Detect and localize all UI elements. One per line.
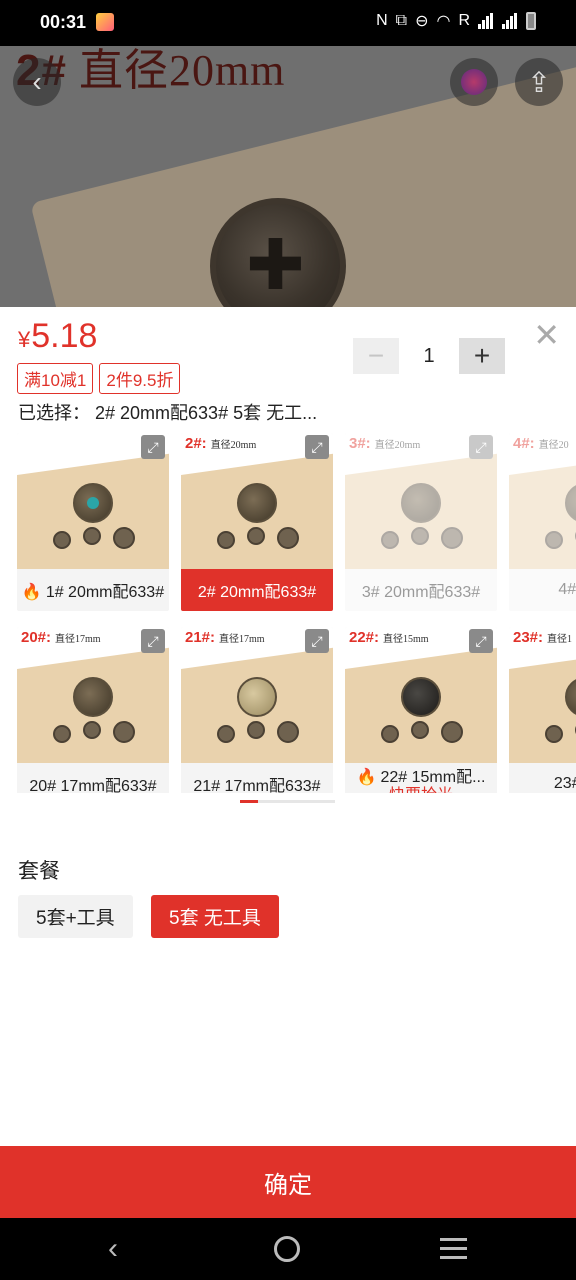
clock: 00:31 [40,12,87,32]
promo-tag: 满10减1 [17,363,94,394]
variant-label: 4#: 直径20 [513,435,569,452]
variant-caption: 3# 20mm配633# [361,584,481,601]
variant-card[interactable]: 20#: 直径17mm ⤢ 20# 17mm配633# [17,627,169,793]
decrease-button[interactable]: − [353,338,399,374]
stock-warning: 快要抢光 [389,787,453,793]
variant-card[interactable]: ⤢ 🔥 1# 20mm配633# [17,433,169,611]
back-button[interactable]: ‹ [13,58,61,106]
variant-label: 23#: 直径1 [513,629,573,646]
fire-icon: 🔥 [356,769,377,786]
variant-card[interactable]: 2#: 直径20mm ⤢ 2# 20mm配633# [181,433,333,611]
expand-icon[interactable]: ⤢ [141,435,165,459]
variant-label [21,435,25,452]
variant-label: 22#: 直径15mm [349,629,429,646]
expand-icon[interactable]: ⤢ [141,629,165,653]
wifi-icon: ◠ [436,13,451,30]
quantity-stepper: − 1 + [353,338,505,374]
variant-label: 21#: 直径17mm [185,629,265,646]
variant-grid: ⤢ 🔥 1# 20mm配633# 2#: 直径20mm ⤢ 2# 20mm配633# 3#: 直… [17,433,576,793]
carousel-indicator-thumb [240,800,258,803]
nav-home-icon[interactable] [274,1236,300,1262]
system-nav-bar: ‹ [0,1218,576,1280]
variant-label: 2#: 直径20mm [185,435,257,452]
variant-label: 3#: 直径20mm [349,435,421,452]
variant-card[interactable]: 3#: 直径20mm ⤢ 3# 20mm配633# [345,433,497,611]
signal-icon [478,13,494,29]
package-option-selected[interactable]: 5套 无工具 [151,895,279,938]
variant-caption: 20# 17mm配633# [29,778,157,793]
variant-label: 20#: 直径17mm [21,629,101,646]
nfc-icon: N [376,12,388,29]
variant-card[interactable]: 22#:直径15mm ⤢ 🔥22# 15mm配...快要抢光 [345,627,497,793]
store-avatar-icon [461,69,487,95]
hero-title-text: 直径20mm [78,46,286,95]
variant-caption: 🔥22# 15mm配...快要抢光 [345,763,497,793]
carousel-indicator [240,800,335,803]
product-image-backdrop[interactable]: 2# 直径20mm ‹ ⇪ [0,46,576,308]
package-title: 套餐 [18,860,60,883]
price-value: 5.18 [31,317,98,355]
variant-image [509,433,576,569]
sku-selector-sheet: ¥5.18 满10减1 2件9.5折 ✕ − 1 + 已选择： 2# 20mm配… [0,307,576,1147]
promo-tags: 满10减1 2件9.5折 [17,363,181,394]
share-button[interactable]: ⇪ [515,58,563,106]
variant-caption: 2# 20mm配633# [181,569,333,611]
variant-caption: 🔥 1# 20mm配633# [21,584,165,601]
status-icons: N ⧉ ⊖ ◠ R [376,11,536,31]
expand-icon[interactable]: ⤢ [469,629,493,653]
fire-icon: 🔥 [21,584,42,601]
variant-card[interactable]: 4#:直径20⤢4# 20m [509,433,576,611]
currency-symbol: ¥ [18,327,31,352]
quantity-value[interactable]: 1 [399,345,459,368]
close-icon[interactable]: ✕ [533,319,560,351]
variant-card[interactable]: 23#:直径1⤢23# 17m [509,627,576,793]
share-icon: ⇪ [527,66,551,98]
status-bar: 00:31 N ⧉ ⊖ ◠ R [0,0,576,46]
expand-icon[interactable]: ⤢ [305,435,329,459]
expand-icon[interactable]: ⤢ [305,629,329,653]
dnd-icon: ⊖ [415,13,429,30]
app-notification-icon [96,13,114,31]
roaming-label: R [458,12,470,29]
confirm-button[interactable]: 确定 [0,1146,576,1218]
variant-caption: 4# 20m [558,581,576,598]
variant-card[interactable]: 21#: 直径17mm ⤢ 21# 17mm配633# [181,627,333,793]
cast-icon: ⧉ [395,12,408,29]
increase-button[interactable]: + [459,338,505,374]
signal-icon-2 [502,13,518,29]
selected-summary: 已选择： 2# 20mm配633# 5套 无工... [18,403,318,423]
store-button[interactable] [450,58,498,106]
package-option[interactable]: 5套+工具 [18,895,133,938]
variant-caption: 21# 17mm配633# [193,778,321,793]
nav-menu-icon[interactable] [440,1238,467,1265]
price: ¥5.18 [18,317,97,356]
promo-tag: 2件9.5折 [99,363,181,394]
chevron-left-icon: ‹ [32,66,42,97]
variant-image [509,627,576,763]
battery-icon [526,12,536,30]
nav-back-icon[interactable]: ‹ [108,1232,118,1266]
variant-caption: 23# 17m [553,775,576,792]
variant-carousel[interactable]: ⤢ 🔥 1# 20mm配633# 2#: 直径20mm ⤢ 2# 20mm配633# 3#: 直… [0,433,576,793]
expand-icon[interactable]: ⤢ [469,435,493,459]
